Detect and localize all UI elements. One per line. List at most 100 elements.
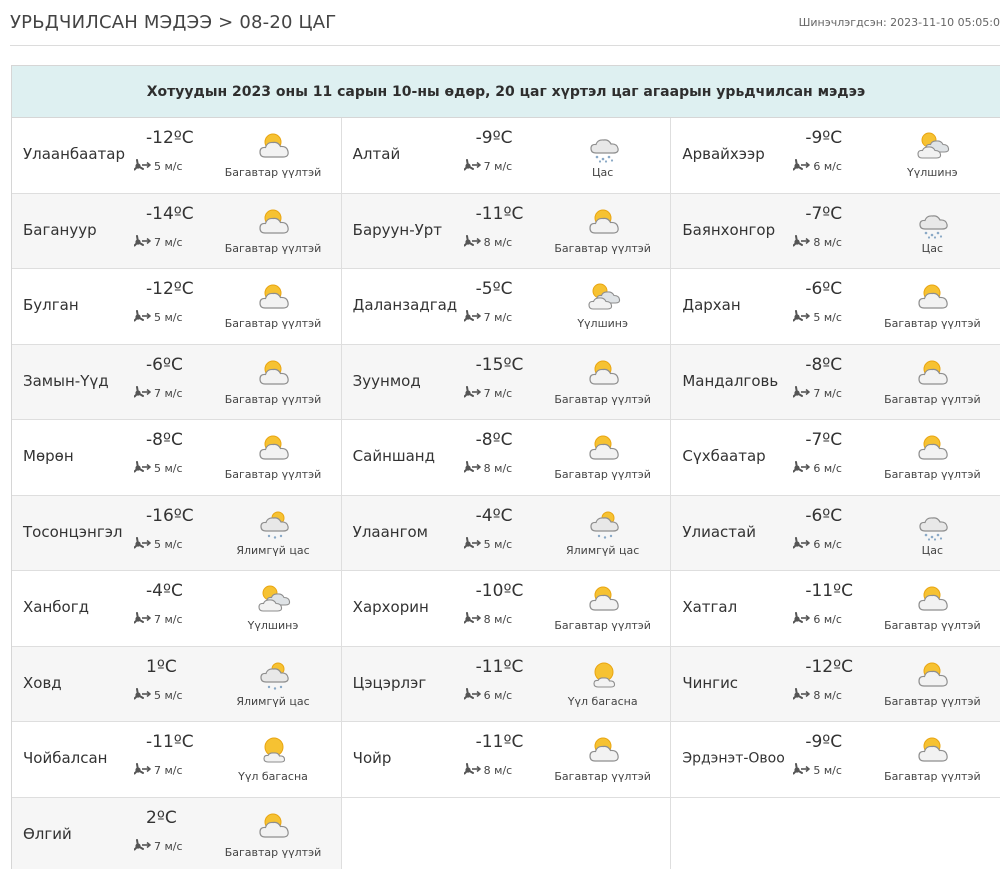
table-row: Ховд 1ºC 5 м/с Ялимгүй цас Цэцэрлэг -11ºC 6 м/… <box>12 646 1000 722</box>
wind-value: 7 м/с <box>813 386 842 400</box>
wind-speed: 5 м/с <box>133 536 183 552</box>
wind-value: 6 м/с <box>813 537 842 551</box>
temperature: -4ºC <box>146 581 183 601</box>
table-row: Мөрөн -8ºC 5 м/с Багавтар үүлтэй Сайншанд -8º… <box>12 420 1000 496</box>
wind-speed: 7 м/с <box>133 234 183 250</box>
weather-condition: Багавтар үүлтэй <box>884 694 981 708</box>
wind-value: 7 м/с <box>154 764 183 777</box>
city-forecast-cell: Сүхбаатар -7ºC 6 м/с Багавтар үүлтэй <box>671 420 1000 495</box>
city-name: Улиастай <box>682 522 756 541</box>
wind-speed: 8 м/с <box>792 234 842 250</box>
partly-cloudy-icon <box>586 206 622 236</box>
weather-condition: Багавтар үүлтэй <box>224 845 322 859</box>
snow-icon <box>915 508 951 541</box>
table-row: Багануур -14ºC 7 м/с Багавтар үүлтэй Баруун-… <box>12 193 1000 269</box>
empty-cell <box>341 797 672 869</box>
city-forecast-cell: Арвайхээр -9ºC 6 м/с Үүлшинэ <box>671 118 1000 193</box>
wind-speed: 5 м/с <box>792 310 842 325</box>
city-forecast-cell: Улаангом -4ºC 5 м/с Ялимгүй цас <box>342 495 672 570</box>
city-forecast-cell: Эрдэнэт-Овоо -9ºC 5 м/с Багавтар үүлтэй <box>671 722 1000 797</box>
weather-condition: Багавтар үүлтэй <box>554 241 651 255</box>
weather-condition: Багавтар үүлтэй <box>224 392 322 406</box>
weather-condition: Багавтар үүлтэй <box>884 468 981 481</box>
wind-icon <box>792 461 811 476</box>
partly-cloudy-icon <box>586 734 622 764</box>
temperature: -9ºC <box>805 732 843 752</box>
weather-condition: Багавтар үүлтэй <box>224 241 322 255</box>
weather-condition: Цас <box>592 166 614 179</box>
city-forecast-cell: Дархан -6ºC 5 м/с Багавтар үүлтэй <box>671 269 1000 344</box>
city-name: Сайншанд <box>352 447 435 466</box>
wind-value: 8 м/с <box>483 235 513 249</box>
city-name: Булган <box>23 296 79 315</box>
temperature: -11ºC <box>475 656 524 677</box>
wind-value: 6 м/с <box>813 613 842 626</box>
city-forecast-cell: Чингис -12ºC 8 м/с Багавтар үүлтэй <box>671 647 1000 722</box>
city-name: Улаангом <box>352 522 428 541</box>
wind-speed: 8 м/с <box>792 687 842 703</box>
temperature: -11ºC <box>146 732 194 752</box>
city-name: Өлгий <box>23 824 72 843</box>
wind-speed: 8 м/с <box>463 612 513 627</box>
cloudy-icon <box>915 130 951 160</box>
cloudy-icon <box>256 583 292 613</box>
weather-condition: Багавтар үүлтэй <box>884 317 981 330</box>
weather-condition: Үүлшинэ <box>577 317 629 330</box>
city-name: Дархан <box>682 296 741 315</box>
city-forecast-cell: Алтай -9ºC 7 м/с Цас <box>342 118 672 193</box>
wind-value: 8 м/с <box>483 613 513 626</box>
partly-cloudy-icon <box>915 357 951 387</box>
weather-condition: Цас <box>921 543 944 557</box>
wind-value: 7 м/с <box>154 386 183 400</box>
weather-condition: Багавтар үүлтэй <box>224 166 322 179</box>
weather-condition: Багавтар үүлтэй <box>554 770 651 783</box>
city-forecast-cell: Тосонцэнгэл -16ºC 5 м/с Ялимгүй цас <box>12 495 342 570</box>
wind-icon <box>133 385 152 401</box>
wind-value: 6 м/с <box>813 462 842 475</box>
wind-value: 8 м/с <box>813 688 842 702</box>
wind-value: 5 м/с <box>813 311 842 324</box>
temperature: -14ºC <box>146 203 194 224</box>
wind-value: 8 м/с <box>483 462 513 475</box>
wind-value: 6 м/с <box>483 688 513 702</box>
wind-icon <box>133 838 152 854</box>
wind-icon <box>133 310 152 325</box>
city-forecast-cell: Баруун-Урт -11ºC 8 м/с Багавтар үүлтэй <box>342 193 672 268</box>
weather-condition: Багавтар үүлтэй <box>554 619 651 632</box>
city-forecast-cell: Ховд 1ºC 5 м/с Ялимгүй цас <box>12 646 342 721</box>
temperature: -8ºC <box>805 354 843 375</box>
city-name: Баруун-Урт <box>352 220 443 239</box>
snow-icon <box>586 130 622 163</box>
city-name: Баянхонгор <box>682 220 776 239</box>
wind-icon <box>792 385 811 401</box>
wind-value: 5 м/с <box>154 688 183 702</box>
wind-icon <box>463 763 481 778</box>
city-name: Эрдэнэт-Овоо <box>682 750 785 767</box>
wind-value: 5 м/с <box>154 160 183 173</box>
wind-icon <box>463 461 481 476</box>
wind-icon <box>463 687 481 703</box>
wind-icon <box>792 612 811 627</box>
partly-cloudy-icon <box>256 206 292 236</box>
temperature: -4ºC <box>475 505 513 526</box>
temperature: -12ºC <box>805 656 853 677</box>
page-title: УРЬДЧИЛСАН МЭДЭЭ > 08-20 ЦАГ <box>10 12 337 33</box>
city-forecast-cell: Ханбогд -4ºC 7 м/с Үүлшинэ <box>12 571 342 646</box>
city-forecast-cell: Даланзадгад -5ºC 7 м/с Үүлшинэ <box>342 269 672 344</box>
wind-speed: 6 м/с <box>792 612 842 627</box>
table-row: Тосонцэнгэл -16ºC 5 м/с Ялимгүй цас Улаангом… <box>12 495 1000 571</box>
wind-icon <box>792 687 811 703</box>
wind-speed: 5 м/с <box>133 687 183 703</box>
city-name: Даланзадгад <box>352 296 458 315</box>
mostly-sunny-icon <box>256 734 292 764</box>
wind-speed: 6 м/с <box>792 536 842 552</box>
table-row: Улаанбаатар -12ºC 5 м/с Багавтар үүлтэй Алта… <box>12 118 1000 194</box>
city-name: Алтай <box>352 145 401 164</box>
wind-value: 7 м/с <box>154 235 183 249</box>
wind-icon <box>463 612 481 627</box>
weather-condition: Багавтар үүлтэй <box>554 468 651 481</box>
wind-icon <box>792 159 811 174</box>
city-name: Зуунмод <box>352 371 421 390</box>
weather-condition: Үүлшинэ <box>247 619 299 632</box>
city-name: Хатгал <box>682 598 738 617</box>
